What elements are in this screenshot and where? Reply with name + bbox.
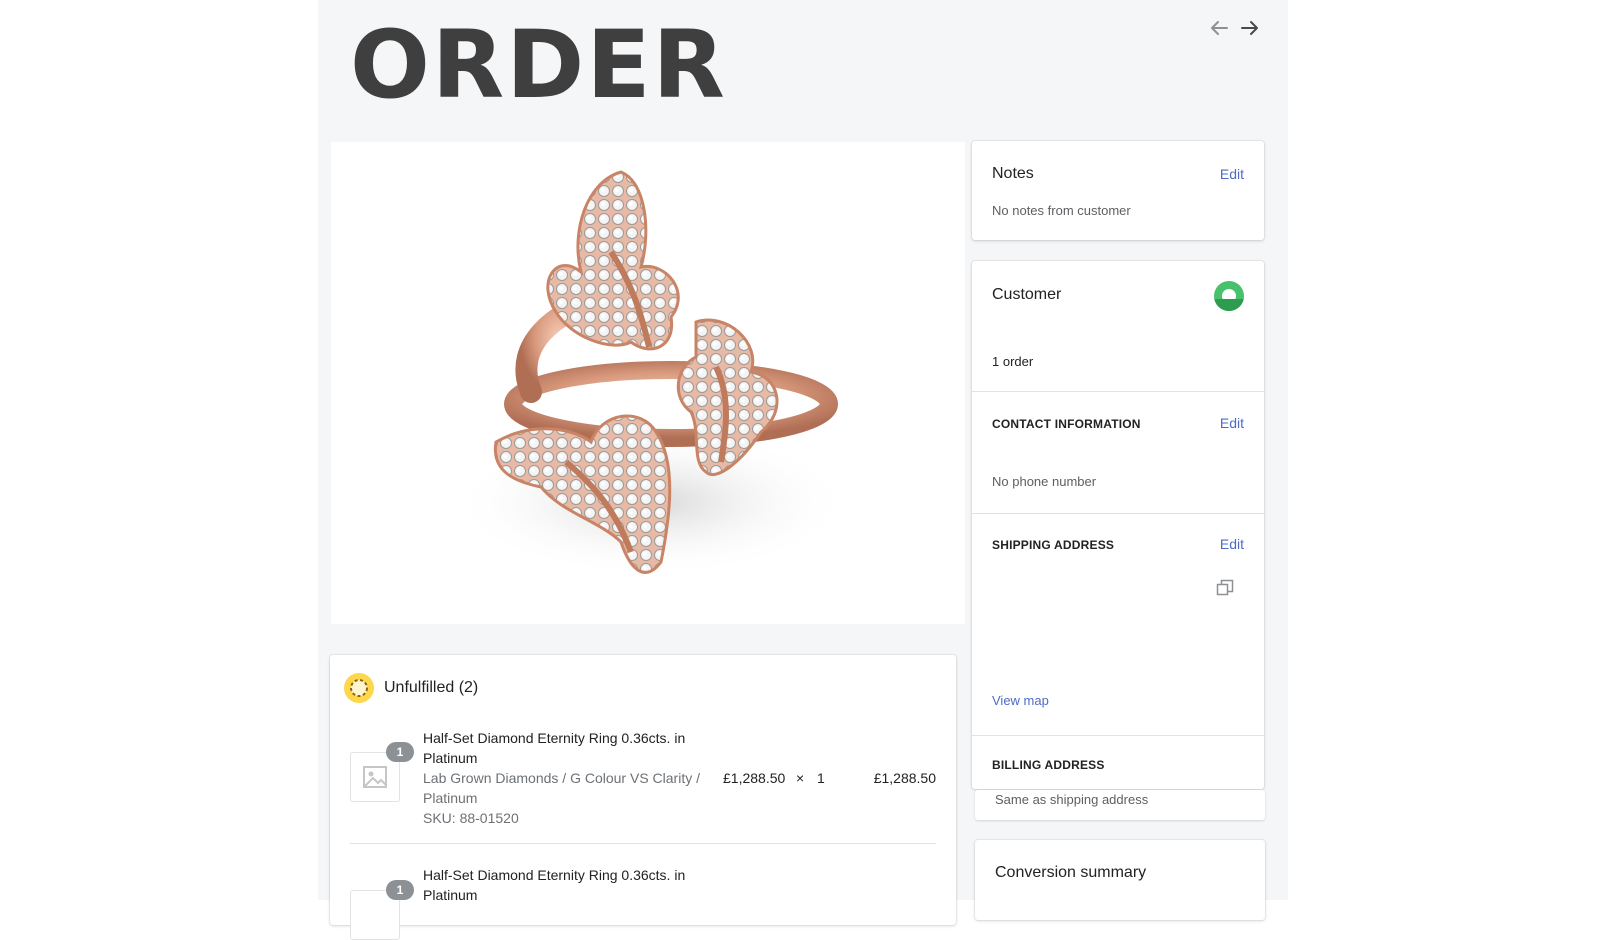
billing-heading: BILLING ADDRESS xyxy=(992,758,1105,772)
copy-icon[interactable] xyxy=(1216,579,1234,597)
contact-phone: No phone number xyxy=(992,474,1097,489)
notes-card: Notes Edit No notes from customer xyxy=(972,141,1264,240)
line-item-name-cont[interactable]: Platinum xyxy=(423,885,477,905)
notes-title: Notes xyxy=(992,165,1034,182)
contact-heading: CONTACT INFORMATION xyxy=(992,417,1141,431)
line-item-quantity: 1 xyxy=(817,770,825,786)
notes-edit-link[interactable]: Edit xyxy=(1220,166,1244,182)
conversion-card: Conversion summary xyxy=(975,840,1265,920)
unfulfilled-status-icon xyxy=(344,673,374,703)
line-item-variant: Lab Grown Diamonds / G Colour VS Clarity… xyxy=(423,770,700,786)
quantity-badge: 1 xyxy=(386,880,414,900)
line-item-name[interactable]: Half-Set Diamond Eternity Ring 0.36cts. … xyxy=(423,865,685,885)
butterfly-ring-image xyxy=(451,170,851,577)
customer-card: Customer 1 order CONTACT INFORMATION Edi… xyxy=(972,261,1264,789)
billing-text: Same as shipping address xyxy=(995,792,1149,807)
page-title: ORDER xyxy=(350,11,727,120)
line-item-times: × xyxy=(796,770,805,786)
divider xyxy=(972,391,1264,392)
conversion-title: Conversion summary xyxy=(995,864,1147,881)
divider xyxy=(972,513,1264,514)
shipping-edit-link[interactable]: Edit xyxy=(1220,536,1244,552)
line-item-price: £1,288.50 xyxy=(723,770,786,786)
unfulfilled-label: Unfulfilled (2) xyxy=(384,679,479,696)
customer-title: Customer xyxy=(992,286,1062,303)
line-item-sku: SKU: 88-01520 xyxy=(423,810,519,826)
notes-text: No notes from customer xyxy=(992,203,1131,218)
contact-edit-link[interactable]: Edit xyxy=(1220,415,1244,431)
view-map-link[interactable]: View map xyxy=(992,693,1049,708)
unfulfilled-card: Unfulfilled (2) 1 Half-Set Diamond Etern… xyxy=(330,655,956,940)
line-item-name[interactable]: Half-Set Diamond Eternity Ring 0.36cts. … xyxy=(423,728,685,748)
quantity-badge: 1 xyxy=(386,742,414,762)
line-item-total: £1,288.50 xyxy=(873,770,936,786)
shipping-heading: SHIPPING ADDRESS xyxy=(992,538,1115,552)
product-image xyxy=(331,142,965,624)
customer-order-count: 1 order xyxy=(992,354,1034,369)
divider xyxy=(350,843,936,844)
divider xyxy=(972,735,1264,736)
line-item-name-cont[interactable]: Platinum xyxy=(423,748,477,768)
line-item-variant-cont: Platinum xyxy=(423,790,478,806)
arrow-left-icon[interactable] xyxy=(1207,16,1231,40)
avatar[interactable] xyxy=(1214,281,1244,311)
arrow-right-icon[interactable] xyxy=(1238,16,1262,40)
billing-strip: Same as shipping address xyxy=(975,790,1265,820)
